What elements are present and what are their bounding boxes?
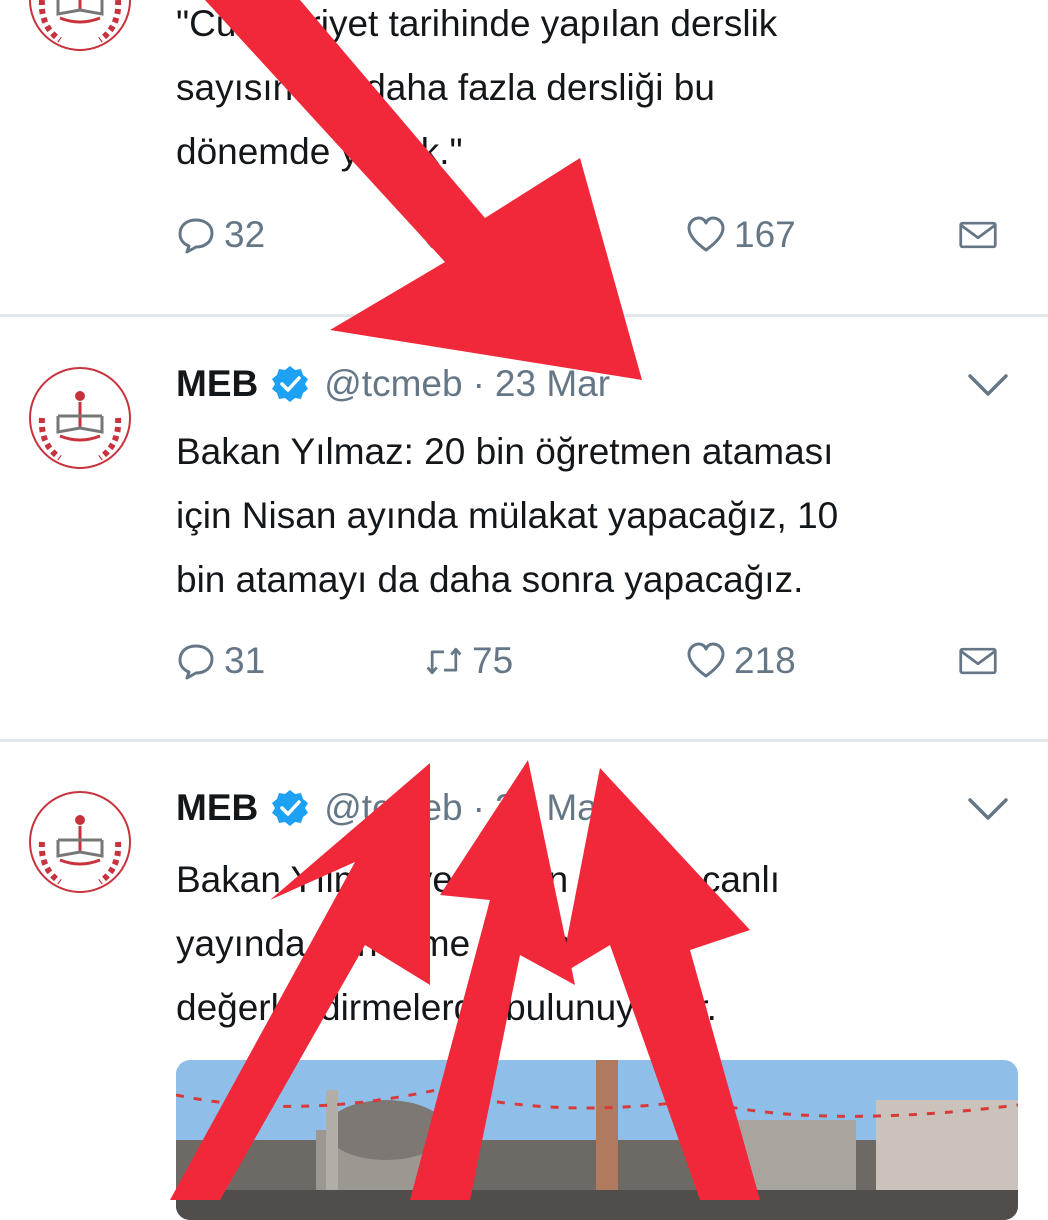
like-count: 218 xyxy=(734,640,796,681)
tweet-header: MEB @tcmeb · 23 Mar xyxy=(176,360,610,408)
tweet-actions: 32 167 xyxy=(176,210,1026,260)
separator: · xyxy=(472,787,485,828)
tweet-1[interactable]: "Cumhuriyet tarihinde yapılan derslik sa… xyxy=(0,0,1048,315)
tweet-text: Bakan Yılmaz ve Bakan Arslan, canlı yayı… xyxy=(176,848,1026,1040)
tweet-text: Bakan Yılmaz: 20 bin öğretmen ataması iç… xyxy=(176,420,1026,612)
separator: · xyxy=(472,363,485,404)
tweet-media-image[interactable] xyxy=(176,1060,1018,1220)
envelope-icon xyxy=(958,215,998,255)
like-button[interactable]: 218 xyxy=(686,636,796,686)
meb-logo-icon[interactable] xyxy=(20,0,140,60)
reply-button[interactable]: 32 xyxy=(176,210,265,260)
tweet-text-line: Bakan Yılmaz ve Bakan Arslan, canlı xyxy=(176,859,780,900)
envelope-icon xyxy=(958,641,998,681)
handle[interactable]: @tcmeb xyxy=(324,363,462,405)
reply-icon xyxy=(176,641,216,681)
display-name[interactable]: MEB xyxy=(176,363,258,405)
tweet-text-line: yayında gündeme ilişkin xyxy=(176,923,571,964)
tweet-date[interactable]: 23 Mar xyxy=(495,787,610,829)
retweet-button[interactable]: 75 xyxy=(424,636,513,686)
tweet-text-line: Bakan Yılmaz: 20 bin öğretmen ataması xyxy=(176,431,834,472)
tweet-text-line: "Cumhuriyet tarihinde yapılan derslik xyxy=(176,3,778,44)
tweet-text-line: bin atamayı da daha sonra yapacağız. xyxy=(176,559,804,600)
like-count: 167 xyxy=(734,214,796,255)
tweet-date[interactable]: 23 Mar xyxy=(495,363,610,405)
reply-icon xyxy=(176,215,216,255)
tweet-header: MEB @tcmeb · 23 Mar xyxy=(176,784,610,832)
tweet-text-line: dönemde yaptık." xyxy=(176,131,463,172)
retweet-icon xyxy=(424,215,464,255)
reply-count: 32 xyxy=(224,214,266,255)
verified-badge-icon xyxy=(270,788,310,828)
reply-count: 31 xyxy=(224,640,266,681)
divider xyxy=(0,314,1048,317)
chevron-down-icon[interactable] xyxy=(966,370,1010,400)
verified-badge-icon xyxy=(270,364,310,404)
tweet-actions: 31 75 218 xyxy=(176,636,1026,686)
handle[interactable]: @tcmeb xyxy=(324,787,462,829)
retweet-icon xyxy=(424,641,464,681)
retweet-count: 75 xyxy=(472,640,514,681)
meb-logo-icon[interactable] xyxy=(20,358,140,478)
display-name[interactable]: MEB xyxy=(176,787,258,829)
chevron-down-icon[interactable] xyxy=(966,794,1010,824)
reply-button[interactable]: 31 xyxy=(176,636,265,686)
like-button[interactable]: 167 xyxy=(686,210,796,260)
tweet-3[interactable]: MEB @tcmeb · 23 Mar Bakan Yılmaz ve Baka… xyxy=(0,742,1048,1220)
tweet-2[interactable]: MEB @tcmeb · 23 Mar Bakan Yılmaz: 20 bin… xyxy=(0,318,1048,738)
meb-logo-icon[interactable] xyxy=(20,782,140,902)
retweet-button[interactable] xyxy=(424,210,472,260)
tweet-text-line: için Nisan ayında mülakat yapacağız, 10 xyxy=(176,495,839,536)
dm-button[interactable] xyxy=(958,210,1006,260)
tweet-text: "Cumhuriyet tarihinde yapılan derslik sa… xyxy=(176,0,1026,184)
dm-button[interactable] xyxy=(958,636,1006,686)
heart-icon xyxy=(686,641,726,681)
heart-icon xyxy=(686,215,726,255)
tweet-text-line: sayısından daha fazla dersliği bu xyxy=(176,67,715,108)
tweet-text-line: değerlendirmelerde bulunuyorlar. xyxy=(176,987,717,1028)
